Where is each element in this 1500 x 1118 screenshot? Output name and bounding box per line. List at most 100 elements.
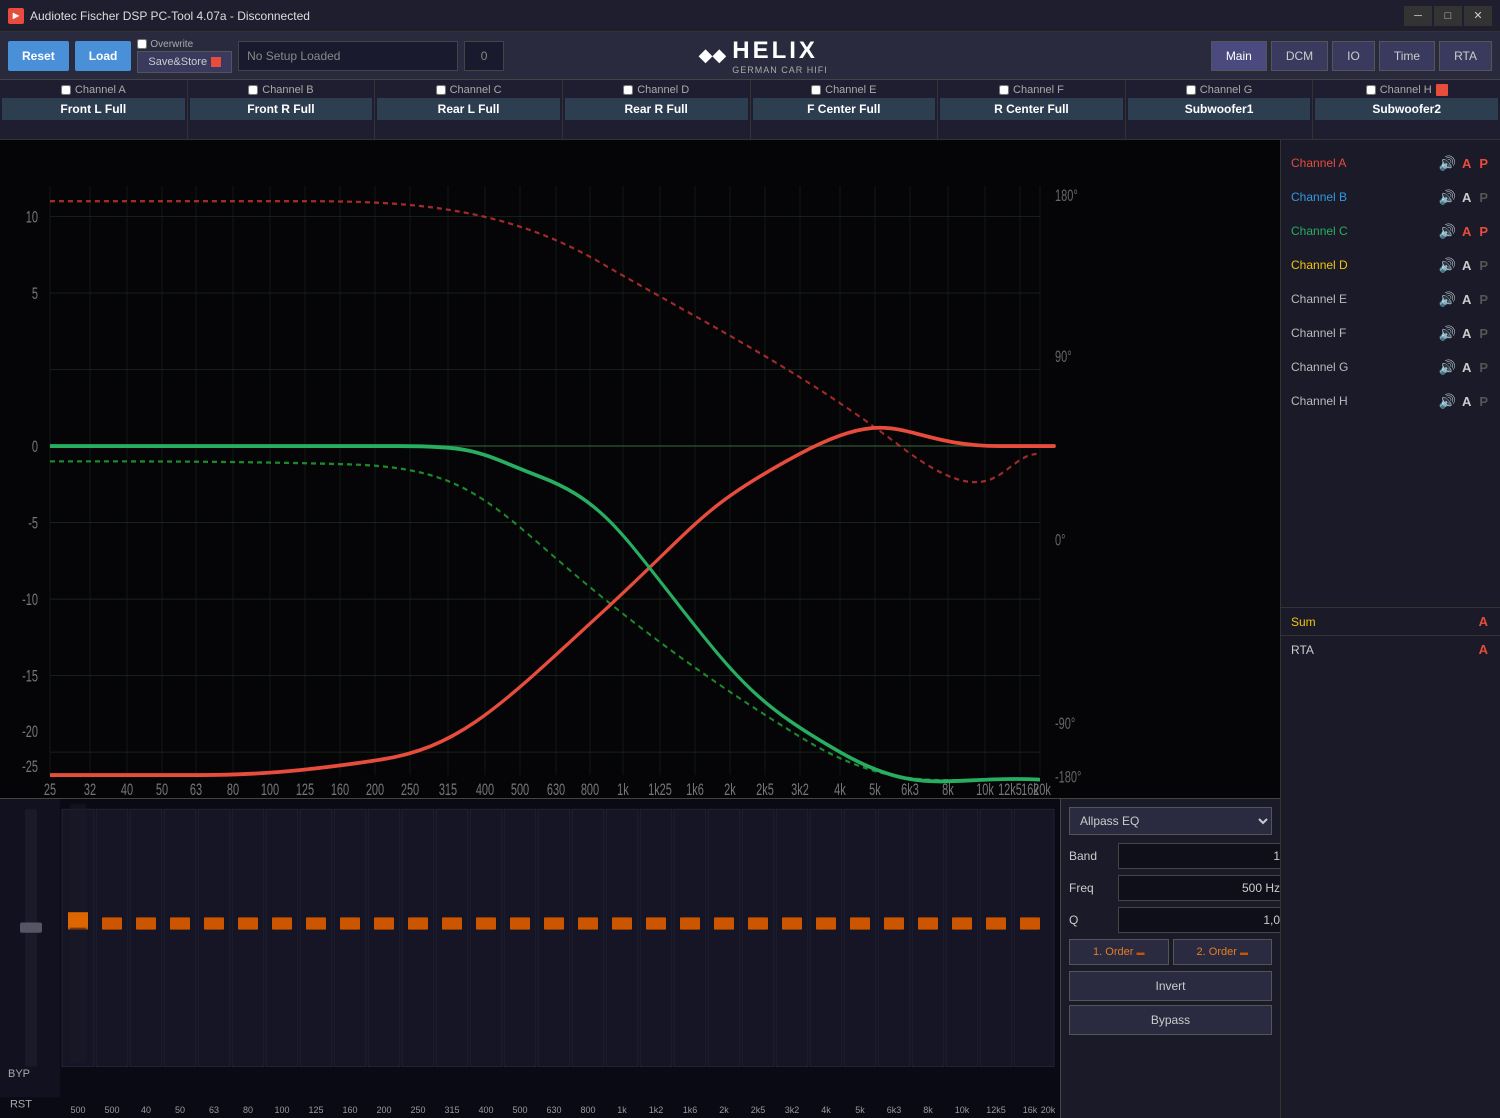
svg-text:-180°: -180° [1055,768,1081,787]
ch-btn-b[interactable]: Front R Full [190,98,373,120]
ch-a-btn-c[interactable]: A [1460,224,1473,239]
sum-a-btn[interactable]: A [1477,614,1490,629]
channel-group-e[interactable]: Channel E F Center Full [751,80,939,139]
svg-text:-10: -10 [22,591,38,610]
load-button[interactable]: Load [75,41,132,71]
svg-text:630: 630 [547,781,565,798]
ch-checkbox-h[interactable] [1366,85,1376,95]
channel-row-g: Channel G 🔊 A P [1285,350,1496,384]
svg-text:250: 250 [401,781,419,798]
svg-text:BYP: BYP [8,1068,30,1080]
overwrite-checkbox[interactable] [137,39,147,49]
save-store-group: Overwrite Save&Store [137,39,232,73]
ch-name-e: Channel E [1291,292,1435,306]
ch-p-btn-h[interactable]: P [1477,394,1490,409]
speaker-icon-h[interactable]: 🔊 [1439,393,1456,410]
nav-time-button[interactable]: Time [1379,41,1435,71]
bypass-button[interactable]: Bypass [1069,1005,1272,1035]
nav-dcm-button[interactable]: DCM [1271,41,1328,71]
ch-name-a: Channel A [1291,156,1435,170]
order1-button[interactable]: 1. Order ▬ [1069,939,1169,965]
svg-text:32: 32 [84,781,96,798]
invert-button[interactable]: Invert [1069,971,1272,1001]
channel-group-g[interactable]: Channel G Subwoofer1 [1126,80,1314,139]
minimize-button[interactable]: ─ [1404,6,1432,26]
speaker-icon-e[interactable]: 🔊 [1439,291,1456,308]
svg-text:3k2: 3k2 [791,781,809,798]
ch-name-d: Channel D [1291,258,1435,272]
ch-btn-e[interactable]: F Center Full [753,98,936,120]
ch-a-btn-e[interactable]: A [1460,292,1473,307]
ch-checkbox-b[interactable] [248,85,258,95]
ch-checkbox-c[interactable] [436,85,446,95]
reset-button[interactable]: Reset [8,41,69,71]
channel-label-f: Channel F [940,84,1123,96]
svg-text:800: 800 [580,1105,595,1115]
channel-label-c: Channel C [377,84,560,96]
ch-p-btn-b[interactable]: P [1477,190,1490,205]
ch-btn-d[interactable]: Rear R Full [565,98,748,120]
ch-btn-c[interactable]: Rear L Full [377,98,560,120]
q-label: Q [1069,913,1114,927]
close-button[interactable]: ✕ [1464,6,1492,26]
ch-a-btn-d[interactable]: A [1460,258,1473,273]
ch-a-btn-f[interactable]: A [1460,326,1473,341]
maximize-button[interactable]: □ [1434,6,1462,26]
ch-p-btn-g[interactable]: P [1477,360,1490,375]
eq-graph[interactable]: 10 5 0 -5 -10 -15 -20 -25 180° 90° 0° -9… [0,140,1280,798]
channel-group-c[interactable]: Channel C Rear L Full [375,80,563,139]
ch-label-f: Channel F [1013,84,1064,96]
speaker-icon-c[interactable]: 🔊 [1439,223,1456,240]
nav-rta-button[interactable]: RTA [1439,41,1492,71]
rta-a-btn[interactable]: A [1477,642,1490,657]
ch-p-btn-c[interactable]: P [1477,224,1490,239]
q-value-input[interactable] [1118,907,1287,933]
freq-value-input[interactable] [1118,875,1287,901]
ch-a-btn-b[interactable]: A [1460,190,1473,205]
setup-num-field[interactable] [464,41,504,71]
speaker-icon-a[interactable]: 🔊 [1439,155,1456,172]
eq-type-select[interactable]: Allpass EQ Peaking EQ High Pass Low Pass… [1069,807,1272,835]
eq-band-row: Band ▲ [1069,843,1272,869]
channel-group-a[interactable]: Channel A Front L Full [0,80,188,139]
overwrite-row: Overwrite [137,39,232,50]
speaker-icon-f[interactable]: 🔊 [1439,325,1456,342]
ch-p-btn-f[interactable]: P [1477,326,1490,341]
channel-group-f[interactable]: Channel F R Center Full [938,80,1126,139]
graph-area: 10 5 0 -5 -10 -15 -20 -25 180° 90° 0° -9… [0,140,1280,1118]
ch-btn-h[interactable]: Subwoofer2 [1315,98,1498,120]
speaker-icon-g[interactable]: 🔊 [1439,359,1456,376]
ch-a-btn-a[interactable]: A [1460,156,1473,171]
ch-checkbox-d[interactable] [623,85,633,95]
channel-group-b[interactable]: Channel B Front R Full [188,80,376,139]
channel-label-a: Channel A [2,84,185,96]
band-value-input[interactable] [1118,843,1287,869]
channel-group-d[interactable]: Channel D Rear R Full [563,80,751,139]
svg-text:1k: 1k [617,1105,627,1115]
ch-checkbox-f[interactable] [999,85,1009,95]
save-store-button[interactable]: Save&Store [137,51,232,73]
channel-label-h: Channel H [1315,84,1498,96]
ch-p-btn-a[interactable]: P [1477,156,1490,171]
svg-text:RST: RST [10,1099,32,1111]
ch-btn-a[interactable]: Front L Full [2,98,185,120]
ch-p-btn-e[interactable]: P [1477,292,1490,307]
svg-text:2k5: 2k5 [751,1105,766,1115]
ch-btn-f[interactable]: R Center Full [940,98,1123,120]
ch-btn-g[interactable]: Subwoofer1 [1128,98,1311,120]
nav-main-button[interactable]: Main [1211,41,1267,71]
setup-name-field[interactable] [238,41,458,71]
svg-text:180°: 180° [1055,187,1078,206]
nav-io-button[interactable]: IO [1332,41,1375,71]
order2-button[interactable]: 2. Order ▬ [1173,939,1273,965]
ch-checkbox-a[interactable] [61,85,71,95]
channel-group-h[interactable]: Channel H Subwoofer2 [1313,80,1500,139]
speaker-icon-b[interactable]: 🔊 [1439,189,1456,206]
ch-checkbox-g[interactable] [1186,85,1196,95]
ch-a-btn-g[interactable]: A [1460,360,1473,375]
ch-checkbox-e[interactable] [811,85,821,95]
ch-p-btn-d[interactable]: P [1477,258,1490,273]
ch-name-g: Channel G [1291,360,1435,374]
ch-a-btn-h[interactable]: A [1460,394,1473,409]
speaker-icon-d[interactable]: 🔊 [1439,257,1456,274]
